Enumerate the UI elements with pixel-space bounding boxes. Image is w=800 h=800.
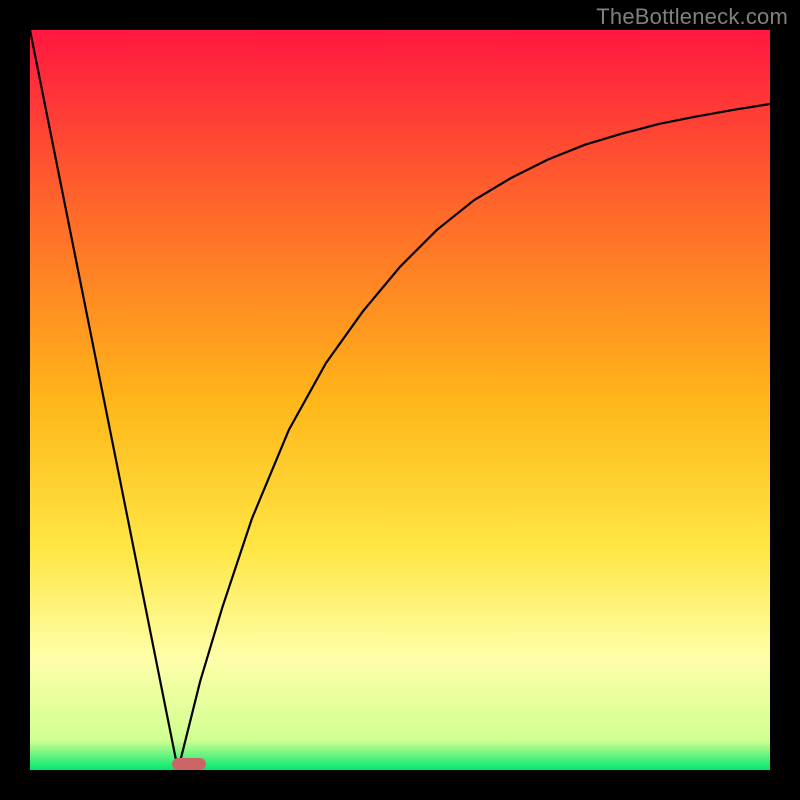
plot-area [30, 30, 770, 770]
optimal-marker [172, 758, 205, 770]
bottleneck-curve [30, 30, 770, 770]
curve-svg [30, 30, 770, 770]
watermark-text: TheBottleneck.com [596, 4, 788, 30]
